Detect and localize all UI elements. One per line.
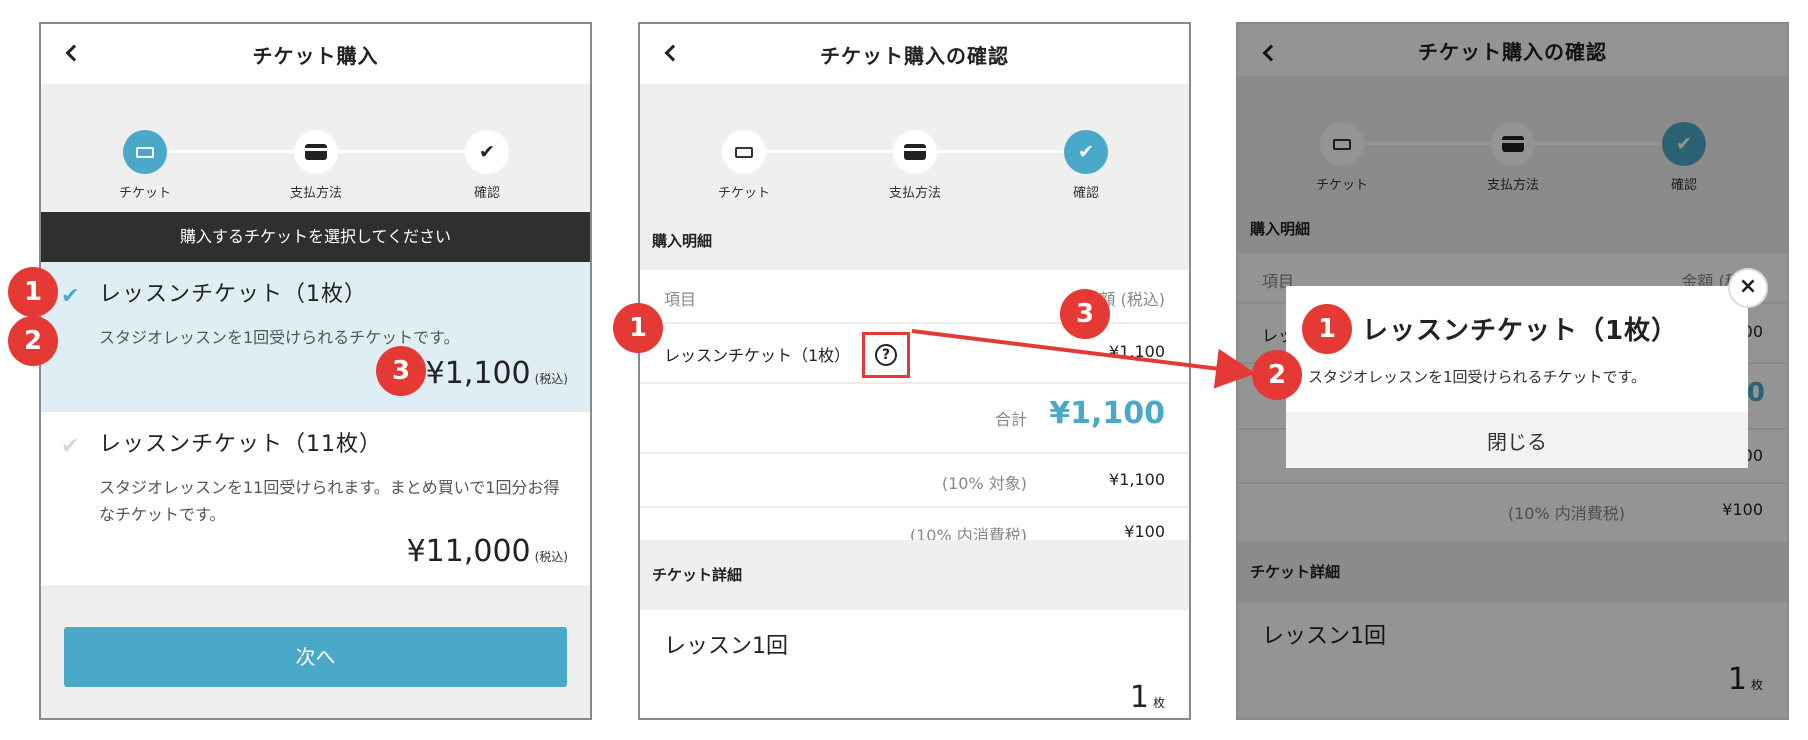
ticket-name: レッスンチケット（1枚） [99,282,367,307]
step-ticket: チケット [694,130,794,201]
annotation-badge-2: 2 [8,316,58,366]
close-button[interactable]: 閉じる [1286,412,1748,468]
step-label: 確認 [1072,186,1099,201]
ticket-count: 1枚 [1130,680,1165,715]
page-title: チケット購入 [252,44,379,68]
ticket-detail: レッスン1回 1枚 [640,610,1189,718]
page-title: チケット購入の確認 [820,44,1009,68]
ticket-price: ¥1,100 (税込) [426,356,568,391]
annotation-badge-1: 1 [1302,304,1352,354]
count-unit: 枚 [1152,696,1165,710]
progress-stepper: チケット 支払方法 ✔ 確認 [41,84,590,212]
modal-title: レッスンチケット（1枚） [1362,316,1679,346]
ticket-price: ¥11,000 (税込) [407,534,568,569]
item-name: レッスンチケット（1枚） [664,346,851,365]
table-row: レッスンチケット（1枚） ? ¥1,100 [640,324,1189,384]
step-label: 支払方法 [289,186,342,201]
ticket-purchase-screen: チケット購入 チケット 支払方法 ✔ 確認 購入するチケットを選択してください … [39,22,592,720]
ticket-name: レッスンチケット（11枚） [99,432,382,457]
section-heading-ticket: チケット詳細 [640,540,1189,610]
total-row: 合計 ¥1,100 [640,384,1189,454]
help-button[interactable]: ? [862,332,910,378]
checkmark-icon: ✔ [1064,130,1108,174]
step-label: 支払方法 [888,186,941,201]
annotation-badge-1: 1 [8,267,58,317]
count-value: 1 [1129,680,1149,715]
checkmark-icon: ✔ [465,130,509,174]
header: チケット購入の確認 [640,24,1189,84]
step-label: チケット [118,186,171,201]
ticket-detail-name: レッスン1回 [664,634,788,659]
ticket-icon [722,130,766,174]
price-value: ¥1,100 [425,356,531,391]
step-label: チケット [717,186,770,201]
progress-stepper: チケット 支払方法 ✔ 確認 [640,84,1189,212]
next-button[interactable]: 次へ [64,627,567,687]
step-confirm: ✔ 確認 [1036,130,1136,201]
step-ticket: チケット [95,130,195,201]
annotation-badge-3: 3 [1060,289,1110,339]
price-value: ¥11,000 [406,534,531,569]
step-label: 確認 [473,186,500,201]
section-heading-detail: 購入明細 [640,212,1189,270]
taxable-label: (10% 対象) [941,474,1027,493]
close-icon[interactable]: × [1728,268,1768,308]
taxable-value: ¥1,100 [1109,470,1165,489]
total-value: ¥1,100 [1049,396,1165,431]
ticket-description: スタジオレッスンを1回受けられるチケットです。 [99,328,460,347]
credit-card-icon [294,130,338,174]
header: チケット購入 [41,24,590,84]
step-confirm: ✔ 確認 [437,130,537,201]
total-label: 合計 [994,410,1027,429]
taxable-row: (10% 対象) ¥1,100 [640,454,1189,508]
modal-description: スタジオレッスンを1回受けられるチケットです。 [1308,368,1647,386]
footer-area: 次へ [41,587,590,718]
tax-note: (税込) [534,372,568,386]
step-payment: 支払方法 [266,130,366,201]
credit-card-icon [893,130,937,174]
tax-note: (税込) [534,550,568,564]
select-prompt-bar: 購入するチケットを選択してください [41,212,590,262]
item-price: ¥1,100 [1109,342,1165,361]
ticket-icon [123,130,167,174]
annotation-badge-2: 2 [1252,350,1302,400]
step-payment: 支払方法 [865,130,965,201]
annotation-badge-1: 1 [613,303,663,353]
selected-check-icon: ✔ [61,284,80,309]
annotation-badge-3: 3 [376,346,426,396]
question-icon: ? [875,344,897,366]
col-item-header: 項目 [664,290,697,309]
ticket-option-1[interactable]: ✔ レッスンチケット（1枚） スタジオレッスンを1回受けられるチケットです。 ¥… [41,262,590,412]
purchase-confirm-modal-screen: チケット購入の確認 チケット 支払方法 ✔ 確認 購入明細 項目 金額 (税込)… [1236,22,1789,720]
consumption-value: ¥100 [1124,522,1165,541]
unselected-check-icon: ✔ [61,434,80,459]
ticket-option-2[interactable]: ✔ レッスンチケット（11枚） スタジオレッスンを11回受けられます。まとめ買い… [41,412,590,587]
purchase-confirm-screen: チケット購入の確認 チケット 支払方法 ✔ 確認 購入明細 項目 金額 (税込)… [638,22,1191,720]
ticket-description: スタジオレッスンを11回受けられます。まとめ買いで1回分お得なチケットです。 [99,478,560,524]
ticket-info-modal: レッスンチケット（1枚） スタジオレッスンを1回受けられるチケットです。 閉じる [1286,286,1748,468]
